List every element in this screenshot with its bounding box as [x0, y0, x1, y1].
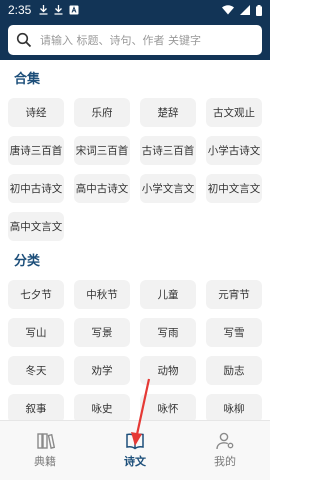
collection-chip[interactable]: 唐诗三百首 — [8, 136, 64, 165]
collection-chip[interactable]: 古文观止 — [206, 98, 262, 127]
nav-label-poems: 诗文 — [124, 455, 146, 468]
collection-chip[interactable]: 宋词三百首 — [74, 136, 130, 165]
category-chip[interactable]: 元宵节 — [206, 280, 262, 309]
category-chip[interactable]: 劝学 — [74, 356, 130, 385]
search-bar — [0, 20, 270, 60]
open-book-icon — [126, 433, 144, 450]
nav-item-classics[interactable]: 典籍 — [0, 421, 90, 480]
collection-chip[interactable]: 诗经 — [8, 98, 64, 127]
collection-chip[interactable]: 高中文言文 — [8, 212, 64, 241]
category-chip[interactable]: 叙事 — [8, 394, 64, 420]
app-notification-icon — [69, 5, 79, 15]
section-title-categories: 分类 — [14, 254, 41, 269]
collection-chip[interactable]: 楚辞 — [140, 98, 196, 127]
nav-item-profile[interactable]: 我的 — [180, 421, 270, 480]
collections-grid: 诗经 乐府 楚辞 古文观止唐诗三百首 宋词三百首 古诗三百首 小学古诗文初中古诗文 高中古诗文… — [8, 98, 262, 241]
profile-icon — [216, 432, 234, 450]
category-chip[interactable]: 冬天 — [8, 356, 64, 385]
category-chip[interactable]: 写雪 — [206, 318, 262, 347]
search-box[interactable] — [8, 25, 262, 55]
collection-chip[interactable]: 古诗三百首 — [140, 136, 196, 165]
books-icon — [37, 433, 55, 449]
bottom-nav: 典籍 诗文 我的 — [0, 420, 270, 480]
category-chip[interactable]: 七夕节 — [8, 280, 64, 309]
category-chip[interactable]: 咏怀 — [140, 394, 196, 420]
search-input[interactable] — [40, 33, 254, 47]
download-icon — [54, 5, 63, 15]
category-chip[interactable]: 咏柳 — [206, 394, 262, 420]
collection-chip[interactable]: 小学古诗文 — [206, 136, 262, 165]
category-chip[interactable]: 咏史 — [74, 394, 130, 420]
category-chip[interactable]: 写山 — [8, 318, 64, 347]
collection-chip[interactable]: 高中古诗文 — [74, 174, 130, 203]
status-bar: 2:35 — [0, 0, 270, 20]
category-chip[interactable]: 写雨 — [140, 318, 196, 347]
wifi-icon — [222, 5, 234, 15]
nav-item-poems[interactable]: 诗文 — [90, 421, 180, 480]
categories-grid: 七夕节中秋节儿童元宵节写山写景写雨写雪冬天劝学动物励志叙事咏史咏怀咏柳咏物哲理夏… — [8, 280, 262, 420]
battery-icon — [256, 4, 262, 16]
category-chip[interactable]: 写景 — [74, 318, 130, 347]
collection-chip[interactable]: 初中古诗文 — [8, 174, 64, 203]
status-time: 2:35 — [8, 3, 32, 17]
search-icon — [16, 32, 32, 48]
download-icon — [39, 5, 48, 15]
collection-chip[interactable]: 乐府 — [74, 98, 130, 127]
collection-chip[interactable]: 初中文言文 — [206, 174, 262, 203]
category-chip[interactable]: 中秋节 — [74, 280, 130, 309]
signal-icon — [240, 5, 250, 15]
category-chip[interactable]: 励志 — [206, 356, 262, 385]
nav-label-classics: 典籍 — [34, 455, 56, 468]
nav-label-profile: 我的 — [214, 455, 236, 468]
collection-chip[interactable]: 小学文言文 — [140, 174, 196, 203]
main-content[interactable]: 合集 诗经 乐府 楚辞 古文观止 唐诗三百首 宋词三百首 古诗三百首 小学古诗文 初中古诗文 高中… — [0, 60, 270, 420]
category-chip[interactable]: 儿童 — [140, 280, 196, 309]
section-title-collections: 合集 — [14, 72, 41, 87]
category-chip[interactable]: 动物 — [140, 356, 196, 385]
